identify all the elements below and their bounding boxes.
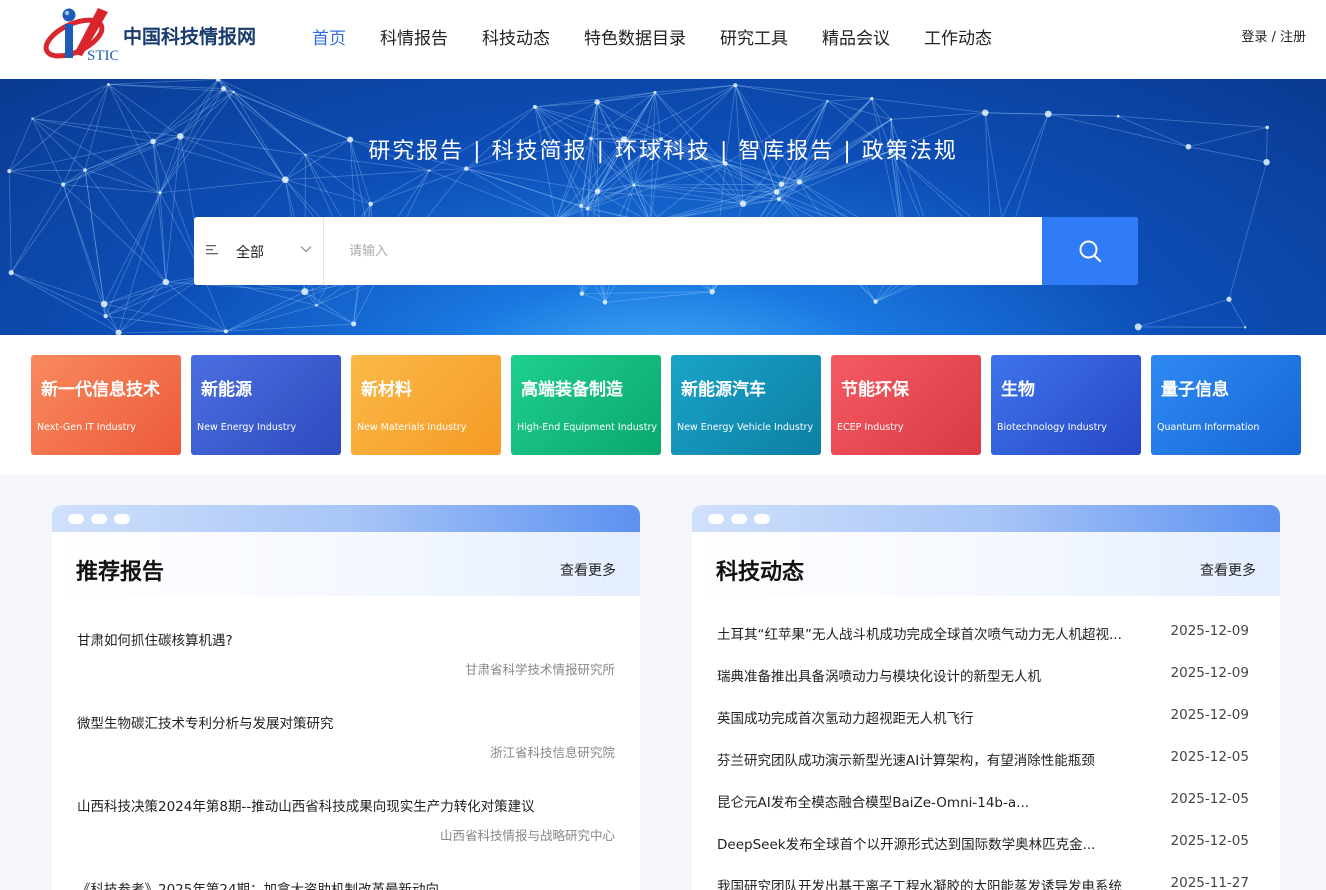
industry-card[interactable]: 新一代信息技术 Next-Gen IT Industry (31, 355, 181, 455)
tech-news-panel: 科技动态 查看更多 土耳其“红苹果”无人战斗机成功完成全球首次喷气动力无人机超视… (692, 505, 1280, 890)
industry-card-subtitle: New Materials Industry (357, 422, 467, 433)
nav-item[interactable]: 首页 (312, 24, 346, 49)
banner-categories: 研究报告 | 科技简报 | 环球科技 | 智库报告 | 政策法规 (368, 139, 958, 164)
list-icon (206, 245, 218, 255)
nav-item[interactable]: 科技动态 (482, 24, 550, 49)
industry-card-subtitle: Biotechnology Industry (997, 422, 1107, 433)
nav-item[interactable]: 工作动态 (924, 24, 992, 49)
industry-card-subtitle: Next-Gen IT Industry (37, 422, 136, 433)
site-name[interactable]: 中国科技情报网 (123, 22, 256, 49)
search-box: 全部 (194, 217, 1138, 285)
news-more-link[interactable]: 查看更多 (1200, 560, 1256, 580)
news-title-link[interactable]: DeepSeek发布全球首个以开源形式达到国际数学奥林匹克金... (717, 833, 1095, 853)
news-date: 2025-12-05 (1170, 833, 1249, 849)
report-source: 浙江省科技信息研究院 (489, 745, 615, 760)
news-date: 2025-12-05 (1170, 791, 1249, 807)
industry-card-title: 新材料 (361, 380, 412, 400)
search-input[interactable] (325, 217, 1042, 285)
news-item: DeepSeek发布全球首个以开源形式达到国际数学奥林匹克金... 2025-12… (717, 833, 1257, 853)
window-dot (114, 514, 130, 524)
industry-card-title: 节能环保 (841, 380, 909, 400)
search-scope-label: 全部 (236, 245, 264, 261)
industry-card[interactable]: 量子信息 Quantum Information (1151, 355, 1301, 455)
window-dot (708, 514, 724, 524)
window-dot (731, 514, 747, 524)
search-icon (1079, 240, 1102, 263)
panel-header: 推荐报告 查看更多 (52, 532, 640, 596)
news-title-link[interactable]: 芬兰研究团队成功演示新型光速AI计算架构，有望消除性能瓶颈 (717, 749, 1095, 769)
panel-window-bar (692, 505, 1280, 532)
news-item: 我国研究团队开发出基于离子工程水凝胶的太阳能蒸发诱导发电系统 2025-11-27 (717, 875, 1257, 890)
industry-card[interactable]: 高端装备制造 High-End Equipment Industry (511, 355, 661, 455)
report-title-link[interactable]: 甘肃如何抓住碳核算机遇? (77, 629, 233, 649)
nav-item[interactable]: 精品会议 (822, 24, 890, 49)
window-dot (754, 514, 770, 524)
logo-text: STIC (87, 48, 118, 64)
site-header: STIC 中国科技情报网 首页 科情报告 科技动态 特色数据目录 研究工具 精品会议 工作动… (0, 0, 1326, 79)
nav-item[interactable]: 研究工具 (720, 24, 788, 49)
network-background (7, 79, 1270, 335)
search-button[interactable] (1042, 217, 1138, 285)
news-date: 2025-12-05 (1170, 749, 1249, 765)
recommended-reports-panel: 推荐报告 查看更多 甘肃如何抓住碳核算机遇? 甘肃省科学技术情报研究所微型生物碳汇… (52, 505, 640, 890)
industry-card[interactable]: 生物 Biotechnology Industry (991, 355, 1141, 455)
news-item: 芬兰研究团队成功演示新型光速AI计算架构，有望消除性能瓶颈 2025-12-05 (717, 749, 1257, 769)
main-nav: 首页 科情报告 科技动态 特色数据目录 研究工具 精品会议 工作动态 (312, 24, 1026, 49)
nav-item[interactable]: 特色数据目录 (584, 24, 686, 49)
report-title-link[interactable]: 山西科技决策2024年第8期--推动山西省科技成果向现实生产力转化对策建议 (77, 795, 535, 815)
search-scope-select[interactable]: 全部 (194, 217, 324, 285)
news-title-link[interactable]: 瑞典准备推出具备涡喷动力与模块化设计的新型无人机 (717, 665, 1041, 685)
industry-card-subtitle: New Energy Industry (197, 422, 297, 433)
news-title: 科技动态 (716, 560, 805, 585)
reports-title: 推荐报告 (76, 560, 165, 585)
news-title-link[interactable]: 土耳其“红苹果”无人战斗机成功完成全球首次喷气动力无人机超视... (717, 623, 1122, 643)
industry-card-subtitle: High-End Equipment Industry (517, 422, 657, 433)
news-title-link[interactable]: 昆仑元AI发布全模态融合模型BaiZe-Omni-14b-a... (717, 791, 1029, 811)
industry-card-title: 新能源汽车 (681, 380, 766, 400)
reports-more-link[interactable]: 查看更多 (560, 560, 616, 580)
report-source: 山西省科技情报与战略研究中心 (439, 828, 615, 843)
news-item: 英国成功完成首次氢动力超视距无人机飞行 2025-12-09 (717, 707, 1257, 727)
industry-cards: 新一代信息技术 Next-Gen IT Industry 新能源 New Energy… (0, 335, 1326, 475)
window-dot (68, 514, 84, 524)
login-register-link[interactable]: 登录 / 注册 (1241, 26, 1306, 45)
panel-header: 科技动态 查看更多 (692, 532, 1280, 596)
report-source: 甘肃省科学技术情报研究所 (464, 662, 615, 677)
panel-window-bar (52, 505, 640, 532)
news-title-link[interactable]: 我国研究团队开发出基于离子工程水凝胶的太阳能蒸发诱导发电系统 (717, 875, 1122, 890)
news-date: 2025-12-09 (1170, 623, 1249, 639)
nav-item[interactable]: 科情报告 (380, 24, 448, 49)
industry-card[interactable]: 新能源 New Energy Industry (191, 355, 341, 455)
istic-logo[interactable]: STIC (38, 4, 118, 64)
news-item: 昆仑元AI发布全模态融合模型BaiZe-Omni-14b-a... 2025-12… (717, 791, 1257, 811)
window-dot (91, 514, 107, 524)
industry-card[interactable]: 节能环保 ECEP Industry (831, 355, 981, 455)
news-date: 2025-11-27 (1170, 875, 1249, 890)
chevron-down-icon (300, 246, 312, 253)
industry-card[interactable]: 新能源汽车 New Energy Vehicle Industry (671, 355, 821, 455)
industry-card-title: 生物 (1001, 380, 1035, 400)
industry-card-title: 新能源 (201, 380, 252, 400)
report-title-link[interactable]: 《科技参考》2025年第24期：加拿大资助机制改革最新动向 (77, 878, 439, 890)
hero-banner: 研究报告 | 科技简报 | 环球科技 | 智库报告 | 政策法规 全部 (0, 79, 1326, 335)
news-item: 瑞典准备推出具备涡喷动力与模块化设计的新型无人机 2025-12-09 (717, 665, 1257, 685)
industry-card-subtitle: New Energy Vehicle Industry (677, 422, 814, 433)
industry-card-subtitle: ECEP Industry (837, 422, 904, 433)
news-date: 2025-12-09 (1170, 707, 1249, 723)
industry-card-title: 新一代信息技术 (41, 380, 160, 400)
industry-card-title: 量子信息 (1161, 380, 1229, 400)
news-date: 2025-12-09 (1170, 665, 1249, 681)
industry-card-title: 高端装备制造 (521, 380, 623, 400)
news-title-link[interactable]: 英国成功完成首次氢动力超视距无人机飞行 (717, 707, 974, 727)
news-item: 土耳其“红苹果”无人战斗机成功完成全球首次喷气动力无人机超视... 2025-12… (717, 623, 1257, 643)
report-title-link[interactable]: 微型生物碳汇技术专利分析与发展对策研究 (77, 712, 334, 732)
industry-card-subtitle: Quantum Information (1157, 422, 1260, 433)
industry-card[interactable]: 新材料 New Materials Industry (351, 355, 501, 455)
